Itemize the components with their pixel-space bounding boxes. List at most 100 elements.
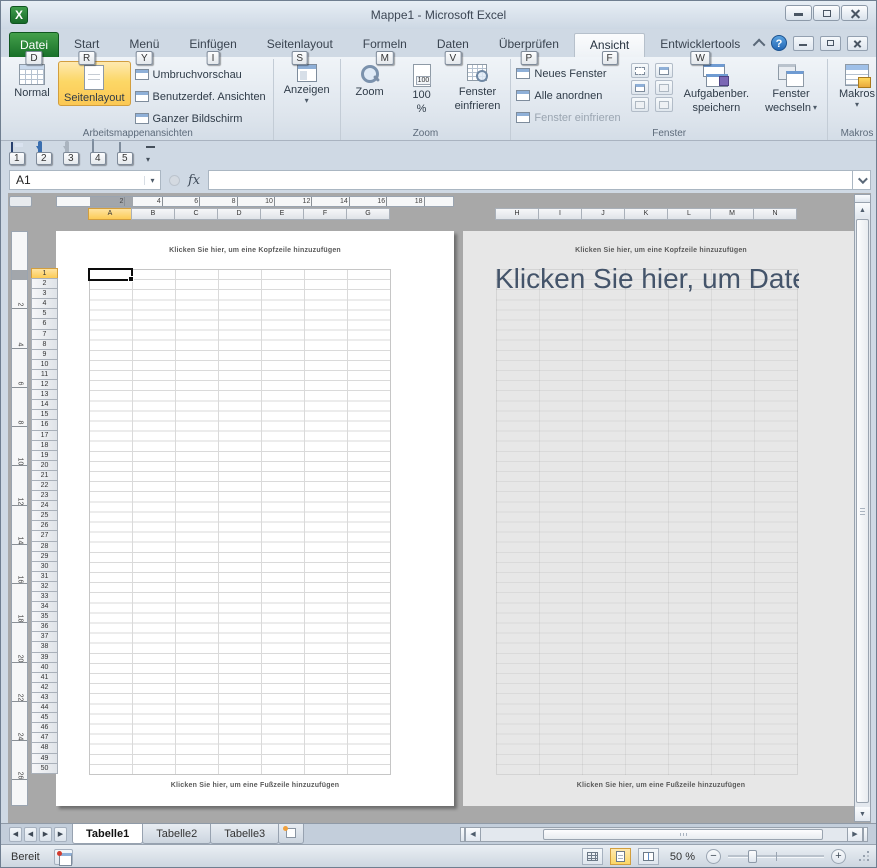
save-workspace-button[interactable]: Aufgabenber. speichern [679,61,754,115]
help-button[interactable]: ? [771,35,787,51]
first-sheet-button[interactable]: ◀ [9,827,22,842]
row-header[interactable]: 50 [31,763,58,774]
makros-button[interactable]: Makros ▾ [833,61,877,109]
undo-button[interactable]: 2 [38,143,58,160]
data-placeholder[interactable]: Klicken Sie hier, um Daten h [495,263,799,295]
zoom-slider-thumb[interactable] [748,850,757,863]
view-side-by-side-button[interactable] [655,63,673,78]
ribbon-tab[interactable]: Entwicklertools W [645,33,755,57]
scroll-left-icon[interactable]: ◀ [465,827,481,842]
column-header[interactable]: L [667,208,711,220]
save-button[interactable]: 1 [11,143,31,160]
split-handle[interactable] [863,827,868,842]
scroll-thumb[interactable] [856,219,869,803]
ribbon-tab[interactable]: Daten V [422,33,484,57]
footer-placeholder[interactable]: Klicken Sie hier, um eine Fußzeile hinzu… [463,782,859,789]
column-header[interactable]: C [174,208,218,220]
zoom-slider[interactable] [728,855,824,858]
unhide-window-button[interactable] [631,97,649,112]
column-header[interactable]: A [88,208,132,220]
header-placeholder[interactable]: Klicken Sie hier, um eine Kopfzeile hinz… [56,247,454,254]
window-option-button[interactable]: Fenster einfrieren [516,107,624,128]
page-layout-view-button[interactable]: Seitenlayout [58,61,131,106]
formula-input[interactable] [208,170,853,190]
column-header[interactable]: J [581,208,625,220]
redo-button[interactable]: 3 [65,143,85,160]
scroll-up-icon[interactable]: ▲ [855,203,870,217]
footer-placeholder[interactable]: Klicken Sie hier, um eine Fußzeile hinzu… [56,782,454,789]
scroll-down-icon[interactable]: ▼ [855,807,870,821]
column-header[interactable]: E [260,208,304,220]
window-option-button[interactable]: Neues Fenster [516,63,624,84]
sheet-tab[interactable]: Tabelle3 [210,824,279,844]
ribbon-tab[interactable]: Formeln M [348,33,422,57]
ribbon-tab[interactable]: Einfügen I [174,33,251,57]
zoom-freeze-button[interactable]: Fenster einfrieren [450,61,506,113]
hide-window-button[interactable] [631,80,649,95]
column-header[interactable]: G [346,208,390,220]
print-preview-button[interactable]: 4 [92,143,112,160]
column-header[interactable]: K [624,208,668,220]
previous-sheet-button[interactable]: ◀ [24,827,37,842]
cell-grid[interactable] [89,269,391,775]
insert-worksheet-button[interactable] [278,824,304,844]
column-header[interactable]: H [495,208,539,220]
ribbon-tab[interactable]: Ansicht F [574,33,645,57]
tab-datei[interactable]: Datei D [9,32,59,57]
horizontal-scrollbar[interactable]: ◀ ▶ [460,824,876,844]
zoom-in-button[interactable]: + [831,849,846,864]
column-header[interactable]: N [753,208,797,220]
name-box[interactable]: A1 ▾ [9,170,161,190]
split-button[interactable] [631,63,649,78]
view-option-button[interactable]: Benutzerdef. Ansichten [135,86,266,107]
reset-window-position-button[interactable] [655,97,673,112]
workbook-minimize-button[interactable] [793,36,814,51]
record-macro-button[interactable] [54,849,73,865]
chevron-down-icon[interactable]: ▾ [144,176,160,185]
table-view-button[interactable]: 5 [119,143,139,160]
active-cell-a1[interactable] [88,268,133,281]
view-option-button[interactable]: Umbruchvorschau [135,64,266,85]
ribbon-tab[interactable]: Menü Y [114,33,174,57]
split-handle[interactable] [855,195,870,203]
view-option-button[interactable]: Ganzer Bildschirm [135,108,266,129]
next-sheet-button[interactable]: ▶ [39,827,52,842]
fx-button[interactable]: fx [188,173,200,188]
normal-view-button[interactable]: Normal [8,61,56,100]
restore-button[interactable] [813,5,840,21]
column-header[interactable]: M [710,208,754,220]
page-layout-view-toggle[interactable] [610,848,631,865]
synchronous-scrolling-button[interactable] [655,80,673,95]
scroll-track[interactable] [855,217,870,807]
sheet-tab[interactable]: Tabelle1 [72,824,143,844]
scroll-track[interactable] [481,827,847,842]
workbook-restore-button[interactable] [820,36,841,51]
minimize-button[interactable] [785,5,812,21]
column-header[interactable]: B [131,208,175,220]
excel-app-icon[interactable]: X [10,6,28,24]
last-sheet-button[interactable]: ▶ [54,827,67,842]
ribbon-tab[interactable]: Start R [59,33,114,57]
header-placeholder[interactable]: Klicken Sie hier, um eine Kopfzeile hinz… [463,247,859,254]
vertical-scrollbar[interactable]: ▲ ▼ [854,194,871,822]
window-option-button[interactable]: Alle anordnen [516,85,624,106]
workbook-close-button[interactable] [847,36,868,51]
page-break-view-toggle[interactable] [638,848,659,865]
customize-qat-button[interactable]: ▾ [146,143,158,160]
zoom-out-button[interactable]: − [706,849,721,864]
switch-windows-button[interactable]: Fenster wechseln ▾ [760,61,822,115]
scroll-thumb[interactable] [543,829,823,840]
column-header[interactable]: D [217,208,261,220]
zoom-button[interactable]: Zoom [346,61,394,99]
normal-view-toggle[interactable] [582,848,603,865]
ribbon-tab[interactable]: Seitenlayout S [252,33,348,57]
anzeigen-button[interactable]: Anzeigen ▾ [279,61,335,105]
expand-formula-bar-button[interactable] [853,170,871,190]
column-header[interactable]: F [303,208,347,220]
resize-grip[interactable] [857,850,870,863]
ribbon-tab[interactable]: Überprüfen P [484,33,574,57]
close-button[interactable] [841,5,868,21]
sheet-tab[interactable]: Tabelle2 [142,824,211,844]
scroll-right-icon[interactable]: ▶ [847,827,863,842]
zoom-100-button[interactable]: 100 100 % [398,61,446,116]
